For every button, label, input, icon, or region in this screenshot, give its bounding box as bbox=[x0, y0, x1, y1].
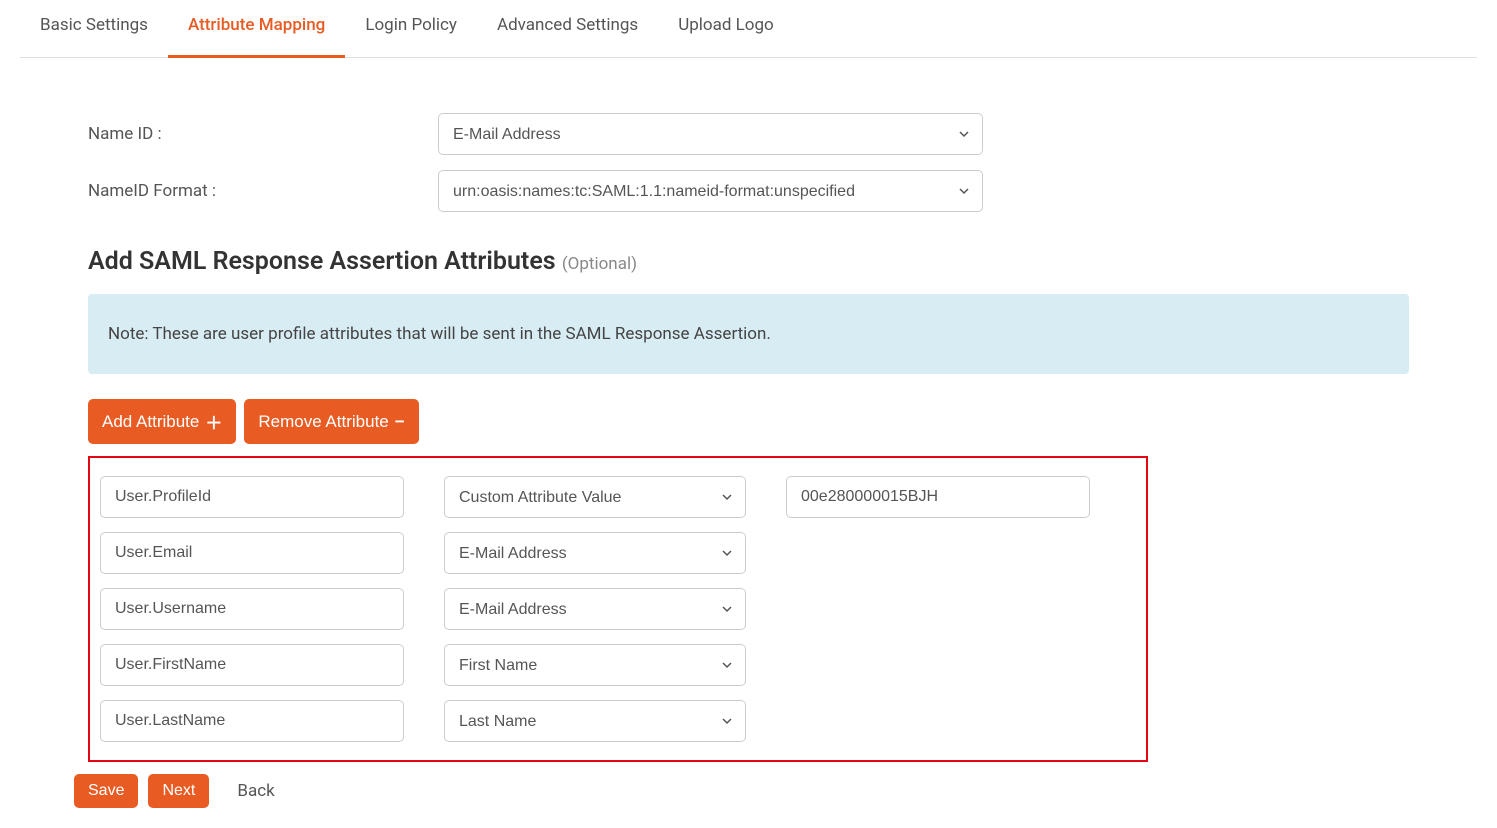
footer-buttons: Save Next Back bbox=[74, 774, 1409, 808]
tab-upload-logo[interactable]: Upload Logo bbox=[658, 15, 794, 57]
nameid-label: Name ID : bbox=[88, 124, 438, 144]
attr-type-select[interactable]: Last Name bbox=[444, 700, 746, 742]
attribute-row: Last Name bbox=[100, 700, 1136, 742]
save-button[interactable]: Save bbox=[74, 774, 138, 808]
tab-login-policy[interactable]: Login Policy bbox=[345, 15, 477, 57]
attributes-container: Custom Attribute Value E-Mail Address E-… bbox=[88, 456, 1148, 762]
attr-name-input[interactable] bbox=[100, 532, 404, 574]
remove-attribute-label: Remove Attribute bbox=[258, 412, 388, 432]
attr-type-select[interactable]: First Name bbox=[444, 644, 746, 686]
attribute-row: Custom Attribute Value bbox=[100, 476, 1136, 518]
note-box: Note: These are user profile attributes … bbox=[88, 294, 1409, 374]
add-attribute-button[interactable]: Add Attribute ＋ bbox=[88, 399, 236, 444]
tab-attribute-mapping[interactable]: Attribute Mapping bbox=[168, 15, 345, 57]
tab-advanced-settings[interactable]: Advanced Settings bbox=[477, 15, 658, 57]
attr-type-select[interactable]: E-Mail Address bbox=[444, 532, 746, 574]
minus-icon: − bbox=[395, 412, 405, 432]
section-optional: (Optional) bbox=[562, 254, 637, 274]
remove-attribute-button[interactable]: Remove Attribute − bbox=[244, 399, 418, 444]
attr-name-input[interactable] bbox=[100, 588, 404, 630]
attr-name-input[interactable] bbox=[100, 700, 404, 742]
attr-type-select[interactable]: Custom Attribute Value bbox=[444, 476, 746, 518]
attr-type-select[interactable]: E-Mail Address bbox=[444, 588, 746, 630]
attr-name-input[interactable] bbox=[100, 644, 404, 686]
nameid-format-label: NameID Format : bbox=[88, 181, 438, 201]
attr-name-input[interactable] bbox=[100, 476, 404, 518]
attribute-row: E-Mail Address bbox=[100, 588, 1136, 630]
next-button[interactable]: Next bbox=[148, 774, 209, 808]
nameid-select[interactable]: E-Mail Address bbox=[438, 113, 983, 155]
tab-bar: Basic Settings Attribute Mapping Login P… bbox=[20, 0, 1477, 58]
attr-value-input[interactable] bbox=[786, 476, 1090, 518]
section-heading: Add SAML Response Assertion Attributes (… bbox=[88, 247, 1409, 276]
attribute-button-row: Add Attribute ＋ Remove Attribute − bbox=[88, 399, 1409, 444]
section-title: Add SAML Response Assertion Attributes bbox=[88, 247, 556, 276]
tab-basic-settings[interactable]: Basic Settings bbox=[20, 15, 168, 57]
plus-icon: ＋ bbox=[205, 409, 222, 434]
nameid-format-select[interactable]: urn:oasis:names:tc:SAML:1.1:nameid-forma… bbox=[438, 170, 983, 212]
attribute-row: First Name bbox=[100, 644, 1136, 686]
nameid-format-row: NameID Format : urn:oasis:names:tc:SAML:… bbox=[88, 170, 1409, 212]
back-link[interactable]: Back bbox=[237, 781, 274, 801]
add-attribute-label: Add Attribute bbox=[102, 412, 199, 432]
attribute-row: E-Mail Address bbox=[100, 532, 1136, 574]
nameid-row: Name ID : E-Mail Address bbox=[88, 113, 1409, 155]
